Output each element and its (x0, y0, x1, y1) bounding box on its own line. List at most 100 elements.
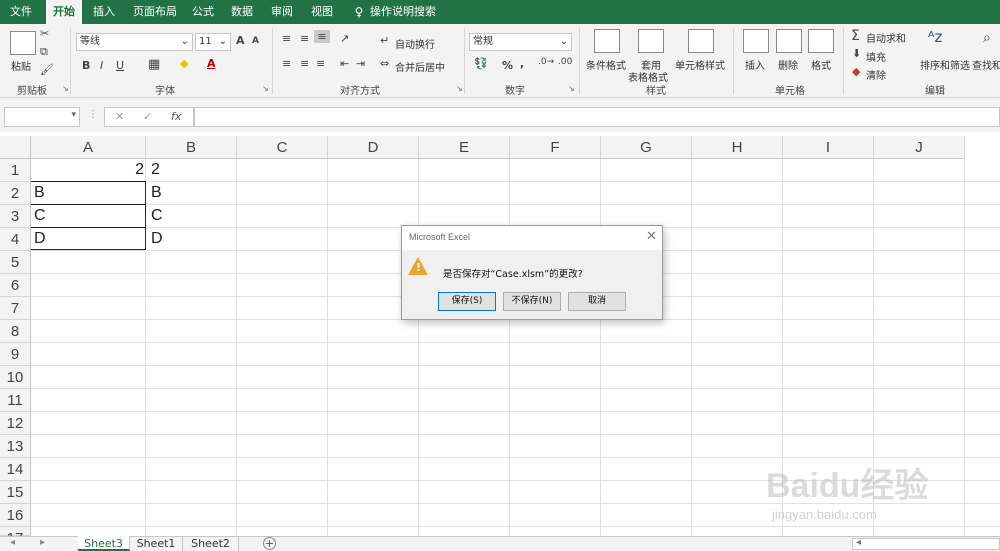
cell-b2[interactable]: B (151, 182, 162, 204)
tab-file[interactable]: 文件 (0, 0, 42, 24)
align-top-icon[interactable]: ≡ (282, 32, 291, 45)
number-launcher-icon[interactable]: ↘ (568, 84, 575, 93)
increase-indent-icon[interactable]: ⇥ (356, 57, 365, 70)
row-header-16[interactable]: 16 (0, 504, 31, 527)
cell-a4[interactable]: D (34, 228, 46, 250)
tab-formulas[interactable]: 公式 (187, 0, 219, 24)
find-select-button[interactable]: 查找和 (972, 57, 1000, 72)
row-header-6[interactable]: 6 (0, 274, 31, 297)
row-header-2[interactable]: 2 (0, 182, 31, 205)
paste-icon[interactable] (10, 31, 36, 55)
row-header-8[interactable]: 8 (0, 320, 31, 343)
font-color-icon[interactable]: A (207, 57, 216, 70)
format-cells-button[interactable]: 格式 (811, 57, 831, 72)
decrease-decimal-icon[interactable]: .00 (558, 57, 572, 67)
row-header-17[interactable]: 17 (0, 527, 31, 547)
sheet-tab-sheet1[interactable]: Sheet1 (130, 536, 183, 551)
column-header-h[interactable]: H (692, 136, 783, 159)
column-header-c[interactable]: C (237, 136, 328, 159)
cell-styles-button[interactable]: 单元格样式 (675, 57, 725, 72)
cell-b3[interactable]: C (151, 205, 163, 227)
tab-data[interactable]: 数据 (226, 0, 258, 24)
comma-button[interactable]: , (520, 57, 524, 70)
row-header-3[interactable]: 3 (0, 205, 31, 228)
add-sheet-button[interactable]: + (263, 537, 276, 550)
underline-button[interactable]: U (116, 59, 124, 72)
borders-icon[interactable]: ▦ (148, 57, 160, 72)
format-cells-icon[interactable] (808, 29, 834, 53)
cell-styles-icon[interactable] (688, 29, 714, 53)
row-header-7[interactable]: 7 (0, 297, 31, 320)
cut-icon[interactable]: ✂ (40, 27, 49, 40)
alignment-launcher-icon[interactable]: ↘ (456, 84, 463, 93)
align-middle-icon[interactable]: ≡ (300, 32, 309, 45)
save-button[interactable]: 保存(S) (438, 292, 496, 311)
merge-center-button[interactable]: 合并后居中 (395, 59, 445, 74)
copy-icon[interactable]: ⧉ (40, 45, 48, 59)
tab-insert[interactable]: 插入 (86, 0, 122, 24)
scroll-left-icon[interactable]: ◂ (10, 537, 15, 548)
conditional-format-icon[interactable] (594, 29, 620, 53)
column-header-i[interactable]: I (783, 136, 874, 159)
row-header-15[interactable]: 15 (0, 481, 31, 504)
percent-button[interactable]: % (502, 59, 513, 72)
row-header-5[interactable]: 5 (0, 251, 31, 274)
insert-cells-button[interactable]: 插入 (745, 57, 765, 72)
insert-function-button[interactable]: fx (171, 110, 181, 123)
delete-cells-icon[interactable] (776, 29, 802, 53)
column-header-f[interactable]: F (510, 136, 601, 159)
column-header-e[interactable]: E (419, 136, 510, 159)
align-right-icon[interactable]: ≡ (316, 57, 325, 70)
align-bottom-icon[interactable]: ≡ (314, 30, 330, 43)
column-header-g[interactable]: G (601, 136, 692, 159)
tab-review[interactable]: 审阅 (266, 0, 298, 24)
column-header-b[interactable]: B (146, 136, 237, 159)
select-all-button[interactable] (0, 136, 31, 159)
fill-button[interactable]: 填充 (866, 49, 886, 64)
formula-input[interactable] (194, 107, 1000, 127)
shrink-font-button[interactable]: A (252, 36, 259, 46)
row-header-11[interactable]: 11 (0, 389, 31, 412)
cancel-icon[interactable]: ✕ (115, 110, 124, 123)
conditional-format-button[interactable]: 条件格式 (586, 57, 626, 72)
row-header-4[interactable]: 4 (0, 228, 31, 251)
tab-view[interactable]: 视图 (306, 0, 338, 24)
cell-a3[interactable]: C (34, 205, 46, 227)
font-launcher-icon[interactable]: ↘ (262, 84, 269, 93)
font-size-select[interactable]: 11 ⌄ (195, 33, 231, 51)
cell-a1[interactable]: 2 (34, 159, 144, 181)
clear-button[interactable]: 清除 (866, 67, 886, 82)
sort-filter-icon[interactable]: ᴬz (928, 28, 942, 46)
close-icon[interactable]: ✕ (646, 229, 657, 244)
scroll-right-icon[interactable]: ▸ (40, 537, 45, 548)
paste-button[interactable]: 粘贴 (11, 58, 31, 73)
enter-icon[interactable]: ✓ (143, 110, 152, 123)
number-format-select[interactable]: 常规 ⌄ (469, 33, 572, 51)
decrease-indent-icon[interactable]: ⇤ (340, 57, 349, 70)
horizontal-scrollbar[interactable] (852, 538, 1000, 550)
cell-b4[interactable]: D (151, 228, 163, 250)
fill-color-icon[interactable]: ◆ (180, 57, 188, 70)
cell-a2[interactable]: B (34, 182, 45, 204)
align-center-icon[interactable]: ≡ (300, 57, 309, 70)
accounting-format-icon[interactable]: 💱 (474, 57, 488, 70)
dont-save-button[interactable]: 不保存(N) (503, 292, 561, 311)
delete-cells-button[interactable]: 删除 (778, 57, 798, 72)
row-header-1[interactable]: 1 (0, 159, 31, 182)
increase-decimal-icon[interactable]: .0→ (538, 57, 554, 67)
find-icon[interactable]: ⌕ (983, 30, 991, 46)
tab-home[interactable]: 开始 (46, 0, 82, 24)
tab-page-layout[interactable]: 页面布局 (128, 0, 182, 24)
cancel-button[interactable]: 取消 (568, 292, 626, 311)
column-header-j[interactable]: J (874, 136, 965, 159)
grow-font-button[interactable]: A (236, 34, 245, 47)
sort-filter-button[interactable]: 排序和筛选 (920, 57, 970, 72)
sheet-tab-sheet2[interactable]: Sheet2 (183, 536, 239, 551)
row-header-10[interactable]: 10 (0, 366, 31, 389)
tab-tell-me[interactable]: 操作说明搜索 (370, 0, 436, 24)
wrap-text-button[interactable]: 自动换行 (395, 36, 435, 51)
clipboard-launcher-icon[interactable]: ↘ (62, 84, 69, 93)
italic-button[interactable]: I (100, 59, 103, 72)
row-header-14[interactable]: 14 (0, 458, 31, 481)
column-header-a[interactable]: A (31, 136, 146, 159)
